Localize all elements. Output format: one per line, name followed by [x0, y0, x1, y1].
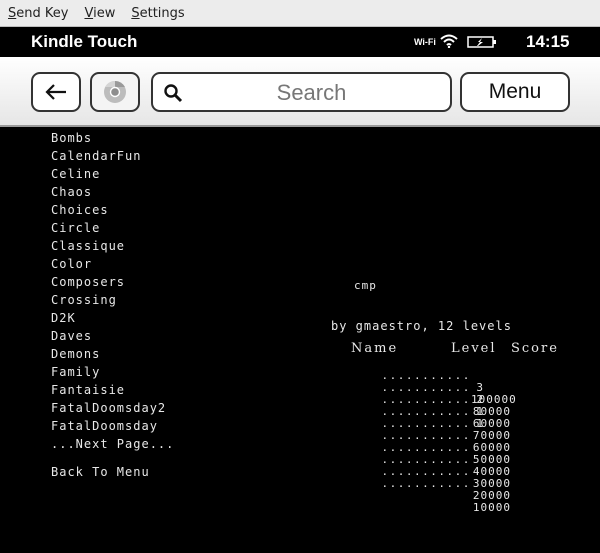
list-item[interactable]: D2K — [51, 311, 166, 329]
header-level: Level — [451, 341, 497, 356]
menu-button[interactable]: Menu — [460, 72, 570, 112]
score-row: ........... 30000 — [351, 442, 511, 490]
list-item[interactable]: Composers — [51, 275, 166, 293]
game-byline: by gmaestro, 12 levels — [331, 319, 512, 333]
device-title: Kindle Touch — [31, 32, 138, 51]
menu-settings-mnemonic: S — [131, 5, 140, 21]
menu-send-key[interactable]: Send Key — [6, 4, 70, 23]
level-list: Bombs CalendarFun Celine Chaos Choices C… — [51, 131, 166, 437]
list-item[interactable]: Classique — [51, 239, 166, 257]
score-name: ........... — [381, 477, 471, 490]
device-status-bar: Kindle Touch Wi-Fi 14:15 — [0, 27, 600, 57]
score-value: 10000 — [472, 501, 511, 514]
game-screen: Bombs CalendarFun Celine Chaos Choices C… — [0, 129, 600, 553]
browser-toolbar: Search Menu — [0, 57, 600, 127]
menu-settings-rest: ettings — [139, 5, 185, 21]
list-item[interactable]: Family — [51, 365, 166, 383]
score-row: ........... 20000 — [351, 454, 511, 502]
list-item[interactable]: Choices — [51, 203, 166, 221]
score-row: ........... 40000 — [351, 430, 511, 478]
search-input[interactable]: Search — [151, 72, 452, 112]
list-item[interactable]: CalendarFun — [51, 149, 166, 167]
menu-view-mnemonic: V — [84, 5, 94, 21]
score-row: ........... 60000 — [351, 406, 511, 454]
list-item[interactable]: Daves — [51, 329, 166, 347]
list-item[interactable]: Circle — [51, 221, 166, 239]
wifi-icon — [440, 34, 458, 48]
menu-view-rest: iew — [93, 5, 116, 21]
menu-send-key-rest: end Key — [16, 5, 69, 21]
search-placeholder: Search — [276, 80, 347, 105]
score-row: ........... 50000 — [351, 418, 511, 466]
score-row: ........... 2 80000 — [351, 370, 511, 418]
header-name: Name — [351, 341, 399, 356]
list-item[interactable]: Celine — [51, 167, 166, 185]
list-item[interactable]: Color — [51, 257, 166, 275]
clock: 14:15 — [526, 32, 570, 51]
game-title: cmp — [354, 279, 377, 292]
list-item[interactable]: Demons — [51, 347, 166, 365]
menu-view[interactable]: View — [82, 4, 117, 23]
header-score: Score — [511, 341, 559, 356]
chrome-icon — [104, 80, 126, 103]
list-item[interactable]: Crossing — [51, 293, 166, 311]
back-button[interactable] — [31, 72, 81, 112]
score-row: ........... 1 70000 — [351, 394, 511, 442]
list-item[interactable]: Fantaisie — [51, 383, 166, 401]
battery-charging-icon — [467, 36, 496, 48]
browser-button[interactable] — [90, 72, 140, 112]
menu-settings[interactable]: Settings — [129, 4, 186, 23]
wifi-label: Wi-Fi — [414, 37, 436, 47]
score-row: ........... 1 60000 — [351, 382, 511, 430]
host-menubar: Send Key View Settings — [0, 0, 600, 27]
menu-button-label: Menu — [488, 80, 542, 103]
arrow-left-icon — [45, 84, 66, 100]
next-page-link[interactable]: ...Next Page... — [51, 437, 174, 451]
score-row: ........... 3 100000 — [351, 358, 516, 406]
score-row: ........... 10000 — [351, 466, 511, 514]
list-item[interactable]: FatalDoomsday2 — [51, 401, 166, 419]
list-item[interactable]: Bombs — [51, 131, 166, 149]
list-item[interactable]: Chaos — [51, 185, 166, 203]
back-to-menu-link[interactable]: Back To Menu — [51, 465, 150, 479]
list-item[interactable]: FatalDoomsday — [51, 419, 166, 437]
